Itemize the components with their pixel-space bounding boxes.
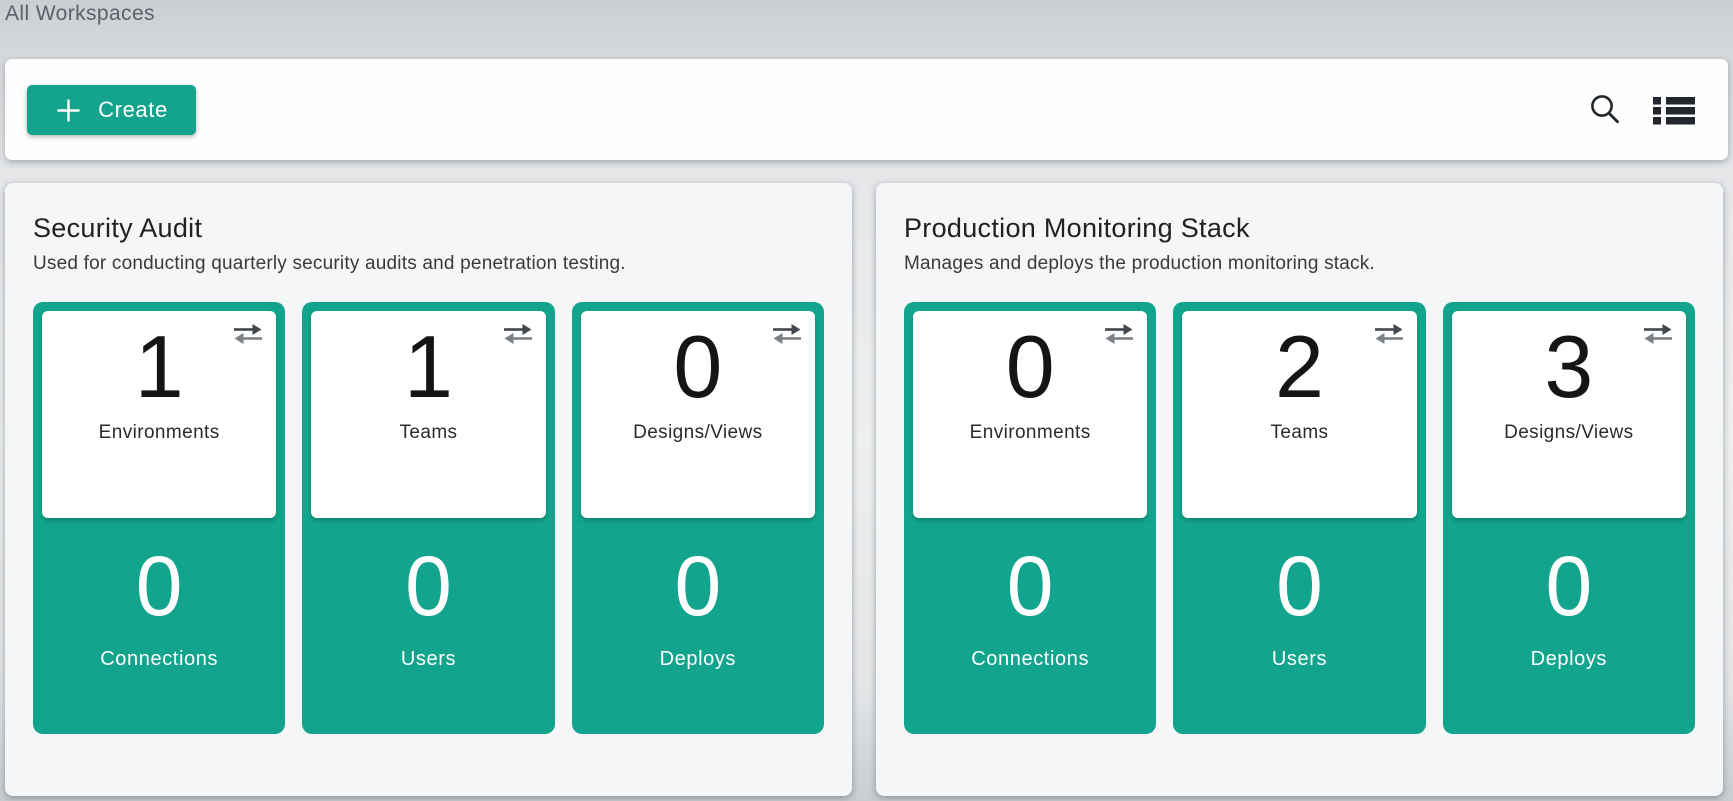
stat-label: Deploys bbox=[660, 648, 736, 671]
workspace-card-security-audit: Security Audit Used for conducting quart… bbox=[5, 183, 852, 796]
stat-tile-environments[interactable]: 0 Environments 0 Connections bbox=[904, 302, 1156, 734]
stat-value: 0 bbox=[1007, 544, 1054, 628]
stat-value: 0 bbox=[1545, 544, 1592, 628]
list-view-button[interactable] bbox=[1652, 94, 1696, 126]
workspace-description: Manages and deploys the production monit… bbox=[904, 253, 1695, 275]
stat-value: 1 bbox=[135, 319, 184, 416]
stat-tile-designs-views[interactable]: 0 Designs/Views 0 Deploys bbox=[572, 302, 824, 734]
swap-horizontal-icon bbox=[1643, 323, 1673, 345]
stat-label: Teams bbox=[1271, 422, 1329, 444]
swap-button[interactable] bbox=[1374, 323, 1404, 345]
stat-label: Users bbox=[1272, 648, 1327, 671]
stat-value: 0 bbox=[136, 544, 183, 628]
stat-label: Teams bbox=[400, 422, 458, 444]
stat-value: 0 bbox=[1276, 544, 1323, 628]
tile-bottom-panel: 0 Connections bbox=[42, 518, 276, 725]
stat-value: 1 bbox=[404, 319, 453, 416]
stat-tile-designs-views[interactable]: 3 Designs/Views 0 Deploys bbox=[1443, 302, 1695, 734]
search-button[interactable] bbox=[1588, 93, 1622, 127]
tile-top-panel: 0 Environments bbox=[913, 311, 1147, 518]
plus-icon bbox=[55, 97, 82, 124]
create-button[interactable]: Create bbox=[27, 85, 196, 135]
swap-button[interactable] bbox=[1643, 323, 1673, 345]
stat-label: Environments bbox=[970, 422, 1091, 444]
tile-bottom-panel: 0 Deploys bbox=[1452, 518, 1686, 725]
tile-top-panel: 0 Designs/Views bbox=[581, 311, 815, 518]
workspace-card-production-monitoring-stack: Production Monitoring Stack Manages and … bbox=[876, 183, 1723, 796]
stat-value: 3 bbox=[1544, 319, 1593, 416]
swap-button[interactable] bbox=[1104, 323, 1134, 345]
stat-label: Designs/Views bbox=[1504, 422, 1633, 444]
stat-tile-teams[interactable]: 2 Teams 0 Users bbox=[1173, 302, 1425, 734]
tile-bottom-panel: 0 Connections bbox=[913, 518, 1147, 725]
stat-label: Connections bbox=[100, 648, 218, 671]
stat-tile-environments[interactable]: 1 Environments 0 Connections bbox=[33, 302, 285, 734]
stat-value: 0 bbox=[1006, 319, 1055, 416]
swap-horizontal-icon bbox=[233, 323, 263, 345]
swap-horizontal-icon bbox=[503, 323, 533, 345]
toolbar: Create bbox=[5, 59, 1728, 160]
workspace-cards-row: Security Audit Used for conducting quart… bbox=[5, 183, 1723, 796]
swap-button[interactable] bbox=[233, 323, 263, 345]
search-icon bbox=[1588, 93, 1622, 127]
tiles-row: 1 Environments 0 Connections bbox=[33, 302, 824, 734]
tile-top-panel: 1 Teams bbox=[311, 311, 545, 518]
stat-label: Deploys bbox=[1531, 648, 1607, 671]
toolbar-icons bbox=[1588, 59, 1696, 160]
workspace-description: Used for conducting quarterly security a… bbox=[33, 253, 824, 275]
swap-button[interactable] bbox=[772, 323, 802, 345]
stat-value: 0 bbox=[674, 544, 721, 628]
tile-bottom-panel: 0 Users bbox=[1182, 518, 1416, 725]
tiles-row: 0 Environments 0 Connections bbox=[904, 302, 1695, 734]
tile-top-panel: 1 Environments bbox=[42, 311, 276, 518]
stat-label: Connections bbox=[971, 648, 1089, 671]
swap-button[interactable] bbox=[503, 323, 533, 345]
tile-bottom-panel: 0 Deploys bbox=[581, 518, 815, 725]
tile-top-panel: 3 Designs/Views bbox=[1452, 311, 1686, 518]
tile-bottom-panel: 0 Users bbox=[311, 518, 545, 725]
stat-label: Users bbox=[401, 648, 456, 671]
swap-horizontal-icon bbox=[1104, 323, 1134, 345]
tile-top-panel: 2 Teams bbox=[1182, 311, 1416, 518]
swap-horizontal-icon bbox=[772, 323, 802, 345]
workspace-title: Security Audit bbox=[33, 213, 824, 244]
workspace-title: Production Monitoring Stack bbox=[904, 213, 1695, 244]
list-view-icon bbox=[1652, 94, 1696, 126]
swap-horizontal-icon bbox=[1374, 323, 1404, 345]
stat-value: 0 bbox=[673, 319, 722, 416]
stat-tile-teams[interactable]: 1 Teams 0 Users bbox=[302, 302, 554, 734]
page-title: All Workspaces bbox=[5, 2, 155, 26]
stat-label: Designs/Views bbox=[633, 422, 762, 444]
stat-value: 0 bbox=[405, 544, 452, 628]
stat-value: 2 bbox=[1275, 319, 1324, 416]
stat-label: Environments bbox=[99, 422, 220, 444]
create-button-label: Create bbox=[98, 97, 168, 123]
